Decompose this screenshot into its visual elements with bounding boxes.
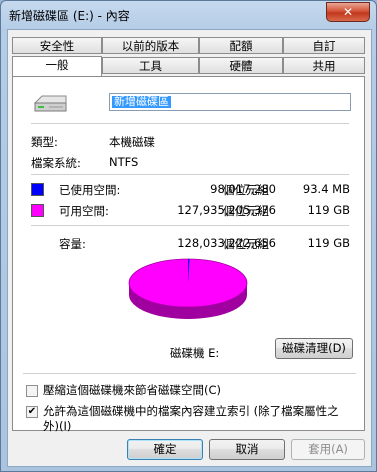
filesystem-label: 檔案系統: [31,156,81,170]
close-button[interactable]: ✕ [326,2,370,22]
compress-label[interactable]: 壓縮這個磁碟機來節省磁碟空間(C) [43,383,221,398]
free-space-label: 可用空間: [59,204,109,218]
capacity-size: 119 GB [307,236,350,250]
type-value: 本機磁碟 [109,135,155,149]
tab-tools[interactable]: 工具 [102,57,199,74]
divider [31,123,349,124]
tab-general[interactable]: 一般 [12,56,102,76]
free-space-size: 119 GB [307,203,350,217]
tab-sharing[interactable]: 共用 [283,57,365,74]
free-space-swatch [31,204,44,217]
checkmark-icon: ✔ [27,406,37,417]
used-space-unit: 個位元組 [223,183,269,197]
free-space-unit: 個位元組 [223,204,269,218]
tab-customize[interactable]: 自訂 [283,37,365,54]
drive-letter-label: 磁碟機 E: [170,346,220,360]
tab-previous-versions[interactable]: 以前的版本 [102,37,199,54]
capacity-label: 容量: [59,237,86,251]
window-title: 新增磁碟區 (E:) - 內容 [9,9,130,23]
used-space-label: 已使用空間: [59,183,121,197]
used-space-swatch [31,183,44,196]
disk-cleanup-button[interactable]: 磁碟清理(D) [275,338,353,359]
capacity-unit: 個位元組 [223,237,269,251]
properties-window: 新增磁碟區 (E:) - 內容 ✕ 安全性 以前的版本 配額 自訂 一般 工具 … [0,0,377,472]
index-label[interactable]: 允許為這個磁碟機中的檔案內容建立索引 (除了檔案屬性之外)(I) [43,404,343,434]
dialog-client-area: 安全性 以前的版本 配額 自訂 一般 工具 硬體 共用 新增磁碟區 類型: 本機… [7,29,372,467]
disk-usage-pie [128,258,248,319]
ok-button[interactable]: 確定 [127,439,203,460]
divider [31,225,349,226]
drive-name-text: 新增磁碟區 [112,95,171,108]
tab-hardware[interactable]: 硬體 [199,57,283,74]
cancel-button[interactable]: 取消 [209,439,285,460]
general-tab-panel: 新增磁碟區 類型: 本機磁碟 檔案系統: NTFS 已使用空間: 98,017,… [12,76,365,434]
tab-quota[interactable]: 配額 [199,37,283,54]
divider [23,373,356,374]
index-checkbox[interactable]: ✔ [26,406,38,418]
apply-button[interactable]: 套用(A) [291,439,365,460]
filesystem-value: NTFS [109,155,139,169]
compress-checkbox[interactable] [26,385,38,397]
divider [31,174,349,175]
used-space-size: 93.4 MB [302,182,350,196]
tab-security[interactable]: 安全性 [12,37,102,54]
drive-icon [33,95,67,112]
drive-name-input[interactable]: 新增磁碟區 [109,93,351,111]
title-bar[interactable]: 新增磁碟區 (E:) - 內容 ✕ [1,1,376,29]
type-label: 類型: [31,135,58,149]
